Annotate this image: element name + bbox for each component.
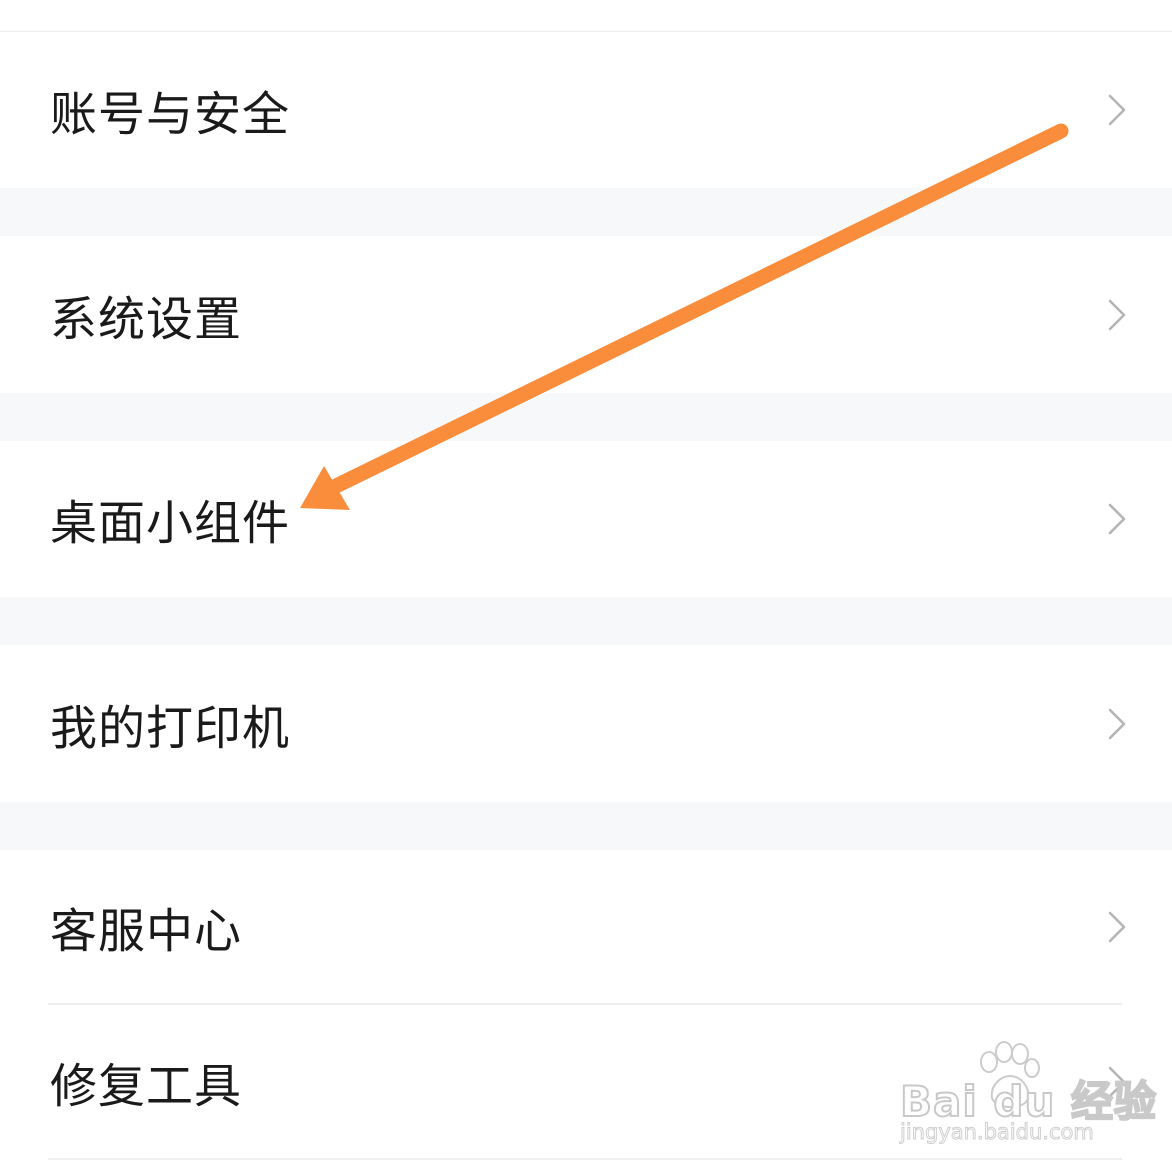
menu-item-label: 账号与安全 bbox=[50, 87, 290, 143]
chevron-right-icon bbox=[1108, 94, 1126, 126]
row-divider bbox=[48, 1158, 1122, 1160]
menu-item-system-settings[interactable]: 系统设置 bbox=[0, 236, 1172, 393]
menu-item-customer-service[interactable]: 客服中心 bbox=[0, 850, 1172, 1003]
chevron-right-icon bbox=[1108, 299, 1126, 330]
chevron-right-icon bbox=[1108, 503, 1126, 535]
menu-item-label: 修复工具 bbox=[50, 1059, 242, 1114]
chevron-right-icon bbox=[1108, 708, 1126, 739]
menu-item-label: 客服中心 bbox=[50, 904, 242, 959]
menu-item-account-security[interactable]: 账号与安全 bbox=[0, 32, 1172, 188]
menu-item-label: 系统设置 bbox=[50, 292, 242, 347]
chevron-right-icon bbox=[1108, 1066, 1126, 1097]
menu-item-repair-tool[interactable]: 修复工具 bbox=[0, 1005, 1172, 1158]
settings-screen: 账号与安全 系统设置 桌面小组件 我的打印机 客服中心 修复工具 Bai du … bbox=[0, 0, 1172, 1172]
section-gap bbox=[0, 597, 1172, 645]
menu-item-label: 桌面小组件 bbox=[50, 496, 290, 552]
menu-item-my-printer[interactable]: 我的打印机 bbox=[0, 645, 1172, 802]
chevron-right-icon bbox=[1108, 911, 1126, 942]
section-gap bbox=[0, 188, 1172, 236]
section-gap bbox=[0, 802, 1172, 850]
menu-item-desktop-widgets[interactable]: 桌面小组件 bbox=[0, 441, 1172, 597]
menu-item-label: 我的打印机 bbox=[50, 701, 290, 756]
section-gap bbox=[0, 393, 1172, 441]
